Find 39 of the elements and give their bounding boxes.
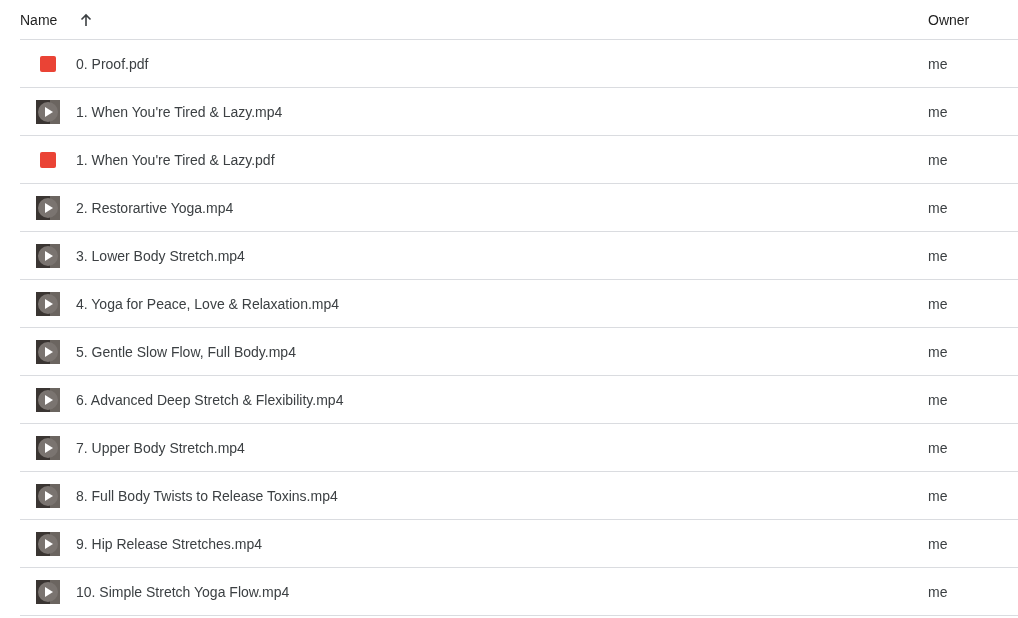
owner-name: me [928, 103, 949, 120]
owner-name: me [928, 343, 949, 360]
file-name[interactable]: 5. Gentle Slow Flow, Full Body.mp4 [76, 343, 296, 360]
sort-arrow-icon[interactable] [79, 12, 94, 27]
owner-name: me [928, 247, 949, 264]
file-name[interactable]: 8. Full Body Twists to Release Toxins.mp4 [76, 487, 338, 504]
file-name[interactable]: 10. Simple Stretch Yoga Flow.mp4 [76, 583, 290, 600]
owner-name: me [928, 295, 949, 312]
video-icon [36, 99, 60, 124]
owner-name: me [928, 487, 949, 504]
owner-name: me [928, 151, 949, 168]
pdf-icon [40, 151, 56, 168]
video-icon [36, 483, 60, 508]
file-name[interactable]: 6. Advanced Deep Stretch & Flexibility.mp4 [76, 391, 344, 408]
owner-name: me [928, 439, 949, 456]
video-icon [36, 243, 60, 268]
column-header[interactable]: Owner [928, 11, 1018, 28]
file-name[interactable]: 3. Lower Body Stretch.mp4 [76, 247, 245, 264]
file-name[interactable]: 9. Hip Release Stretches.mp4 [76, 535, 262, 552]
column-header[interactable]: Name [20, 11, 58, 28]
owner-name: me [928, 535, 949, 552]
file-name[interactable]: 1. When You're Tired & Lazy.pdf [76, 151, 275, 168]
file-name[interactable]: 7. Upper Body Stretch.mp4 [76, 439, 245, 456]
owner-name: me [928, 199, 949, 216]
owner-name: me [928, 55, 949, 72]
video-icon [36, 339, 60, 364]
pdf-icon [40, 55, 56, 72]
file-name[interactable]: 0. Proof.pdf [76, 55, 149, 72]
file-name[interactable]: 2. Restorartive Yoga.mp4 [76, 199, 234, 216]
file-name[interactable]: 1. When You're Tired & Lazy.mp4 [76, 103, 283, 120]
video-icon [36, 531, 60, 556]
owner-name: me [928, 391, 949, 408]
video-icon [36, 579, 60, 604]
file-name[interactable]: 4. Yoga for Peace, Love & Relaxation.mp4 [76, 295, 340, 312]
video-icon [36, 387, 60, 412]
video-icon [36, 291, 60, 316]
video-icon [36, 435, 60, 460]
video-icon [36, 195, 60, 220]
owner-name: me [928, 583, 949, 600]
